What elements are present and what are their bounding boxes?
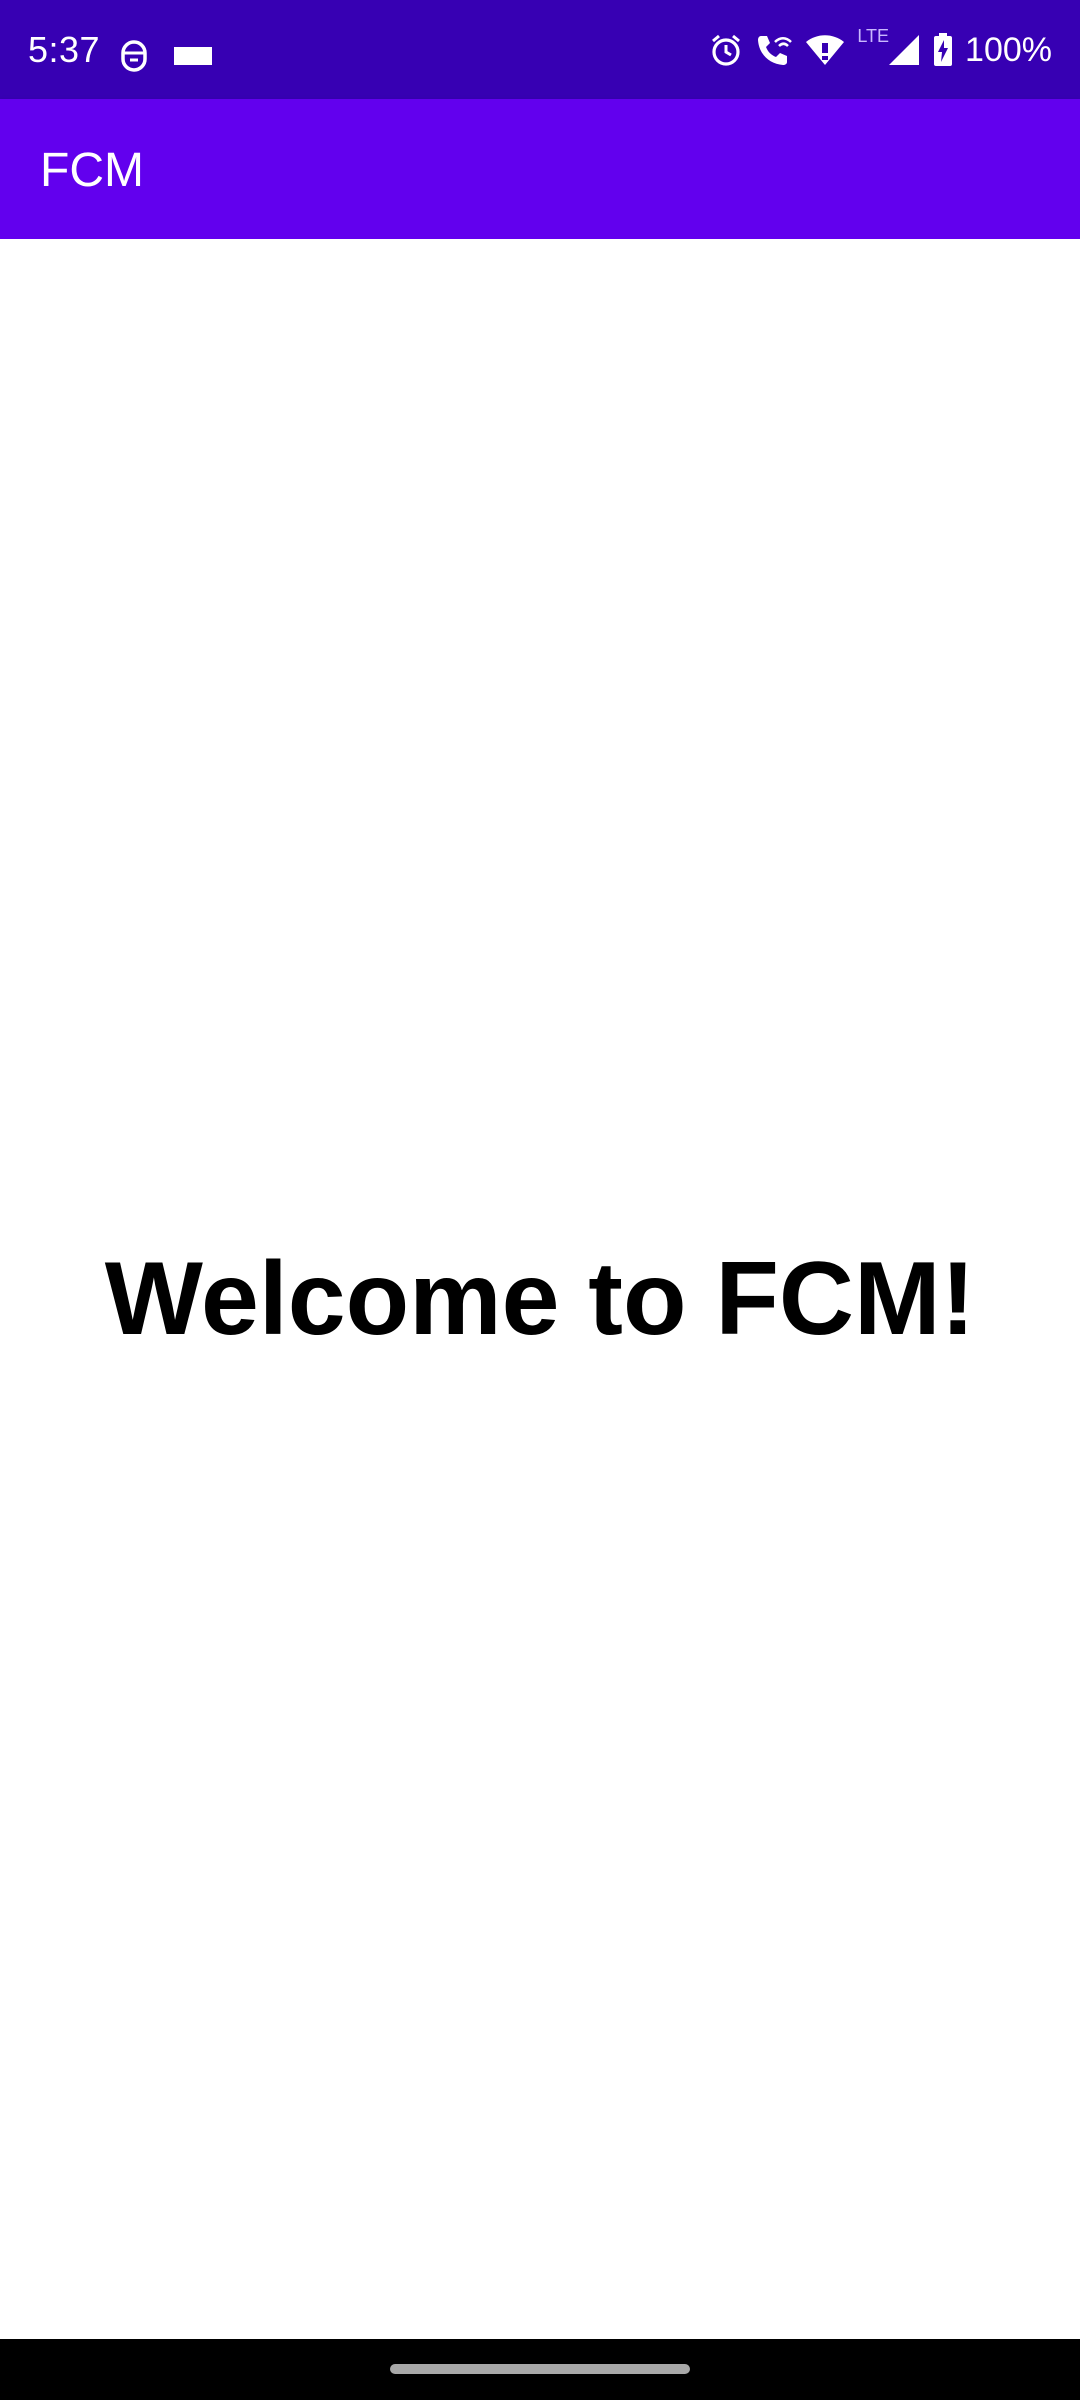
alarm-icon bbox=[709, 33, 743, 67]
app-bar: FCM bbox=[0, 99, 1080, 239]
wifi-calling-icon bbox=[755, 32, 793, 68]
notification-bar-icon bbox=[174, 45, 212, 67]
wifi-icon bbox=[805, 33, 845, 67]
gesture-handle[interactable] bbox=[390, 2364, 690, 2374]
cell-signal-icon bbox=[887, 33, 921, 67]
navigation-bar bbox=[0, 2339, 1080, 2400]
network-type-label: LTE bbox=[857, 25, 890, 46]
status-bar: 5:37 LTE 100% bbox=[0, 0, 1080, 99]
status-time: 5:37 bbox=[28, 29, 101, 70]
screen: 5:37 LTE 100% FCM Welcome to FCM! bbox=[0, 0, 1080, 2400]
welcome-text: Welcome to FCM! bbox=[104, 1241, 976, 1357]
status-left-icons bbox=[120, 36, 212, 76]
main-content: Welcome to FCM! bbox=[0, 239, 1080, 2339]
app-title: FCM bbox=[40, 144, 144, 197]
battery-charging-icon bbox=[933, 33, 953, 67]
assistant-icon bbox=[120, 39, 148, 73]
battery-percentage: 100% bbox=[965, 31, 1052, 69]
status-right-icons: LTE 100% bbox=[709, 25, 1052, 72]
